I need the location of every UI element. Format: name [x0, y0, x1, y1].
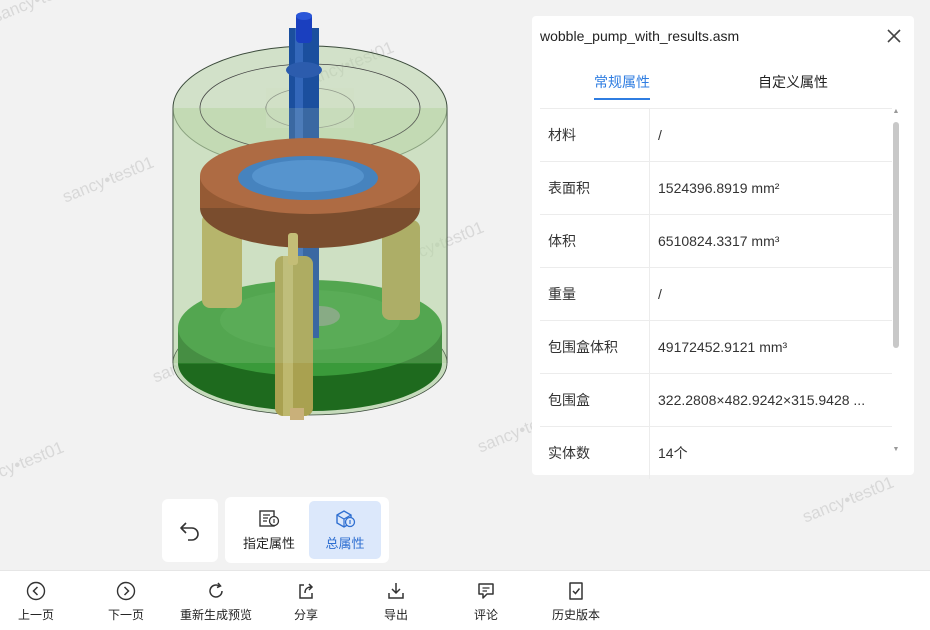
- export-button[interactable]: 导出: [351, 581, 441, 623]
- scroll-down-icon[interactable]: ▼: [892, 446, 900, 453]
- watermark: sancy•test01: [0, 0, 87, 27]
- watermark: sancy•test01: [799, 472, 897, 527]
- property-key: 实体数: [540, 427, 650, 479]
- table-row: 包围盒体积 49172452.9121 mm³: [540, 320, 892, 373]
- watermark: sancy•test01: [0, 437, 67, 492]
- table-row: 重量 /: [540, 267, 892, 320]
- property-key: 体积: [540, 215, 650, 267]
- property-key: 包围盒体积: [540, 321, 650, 373]
- tab-general-properties[interactable]: 常规属性: [594, 72, 650, 100]
- share-label: 分享: [293, 608, 318, 622]
- property-key: 表面积: [540, 162, 650, 214]
- previous-page-button[interactable]: 上一页: [0, 581, 81, 623]
- comment-label: 评论: [473, 608, 498, 622]
- undo-button[interactable]: [162, 499, 218, 562]
- previous-page-label: 上一页: [17, 608, 54, 622]
- download-icon: [388, 583, 404, 599]
- comment-button[interactable]: 评论: [441, 581, 531, 623]
- export-label: 导出: [383, 608, 408, 622]
- property-key: 包围盒: [540, 374, 650, 426]
- version-history-button[interactable]: 历史版本: [531, 581, 621, 623]
- specified-properties-label: 指定属性: [242, 535, 295, 551]
- bottom-toolbar: 上一页 下一页 重新生成预览 分享 导出 评论 历史版本: [0, 570, 930, 630]
- share-icon: [299, 583, 314, 599]
- properties-tabs: 常规属性 自定义属性: [532, 72, 914, 102]
- panel-title: wobble_pump_with_results.asm: [540, 28, 740, 44]
- close-button[interactable]: [884, 26, 904, 46]
- scrollbar[interactable]: ▲ ▼: [892, 108, 900, 453]
- properties-table: 材料 / 表面积 1524396.8919 mm² 体积 6510824.331…: [540, 108, 892, 479]
- close-icon: [887, 29, 901, 43]
- tab-custom-properties[interactable]: 自定义属性: [758, 72, 828, 98]
- property-value: 14个: [658, 445, 688, 461]
- regenerate-preview-label: 重新生成预览: [179, 608, 252, 622]
- next-icon: [116, 581, 136, 601]
- regenerate-preview-button[interactable]: 重新生成预览: [171, 581, 261, 623]
- specified-properties-icon: [259, 509, 280, 527]
- table-row: 实体数 14个: [540, 426, 892, 479]
- table-row: 表面积 1524396.8919 mm²: [540, 161, 892, 214]
- pump-3d-model[interactable]: [150, 8, 470, 448]
- table-row: 包围盒 322.2808×482.9242×315.9428 ...: [540, 373, 892, 426]
- total-properties-label: 总属性: [325, 535, 365, 551]
- specified-properties-button[interactable]: 指定属性: [233, 501, 305, 559]
- refresh-icon: [209, 582, 223, 598]
- scroll-up-icon[interactable]: ▲: [892, 108, 900, 115]
- undo-icon: [180, 521, 199, 541]
- comment-icon: [478, 583, 494, 599]
- version-history-label: 历史版本: [551, 608, 600, 622]
- properties-panel: wobble_pump_with_results.asm 常规属性 自定义属性 …: [532, 16, 914, 479]
- table-row: 材料 /: [540, 108, 892, 161]
- property-value: /: [658, 286, 662, 302]
- property-value: /: [658, 127, 662, 143]
- property-key: 材料: [540, 109, 650, 161]
- property-value: 1524396.8919 mm²: [658, 180, 780, 196]
- next-page-label: 下一页: [107, 608, 144, 622]
- property-value: 49172452.9121 mm³: [658, 339, 788, 355]
- scrollbar-thumb[interactable]: [893, 122, 899, 348]
- property-value: 6510824.3317 mm³: [658, 233, 780, 249]
- total-properties-icon: [336, 509, 356, 528]
- next-page-button[interactable]: 下一页: [81, 581, 171, 623]
- property-key: 重量: [540, 268, 650, 320]
- previous-icon: [26, 581, 46, 601]
- table-row: 体积 6510824.3317 mm³: [540, 214, 892, 267]
- property-toolbar: 指定属性 总属性: [225, 497, 389, 563]
- share-button[interactable]: 分享: [261, 581, 351, 623]
- property-value: 322.2808×482.9242×315.9428 ...: [658, 392, 866, 408]
- history-icon: [569, 582, 583, 600]
- total-properties-button[interactable]: 总属性: [309, 501, 381, 559]
- watermark: sancy•test01: [59, 152, 157, 207]
